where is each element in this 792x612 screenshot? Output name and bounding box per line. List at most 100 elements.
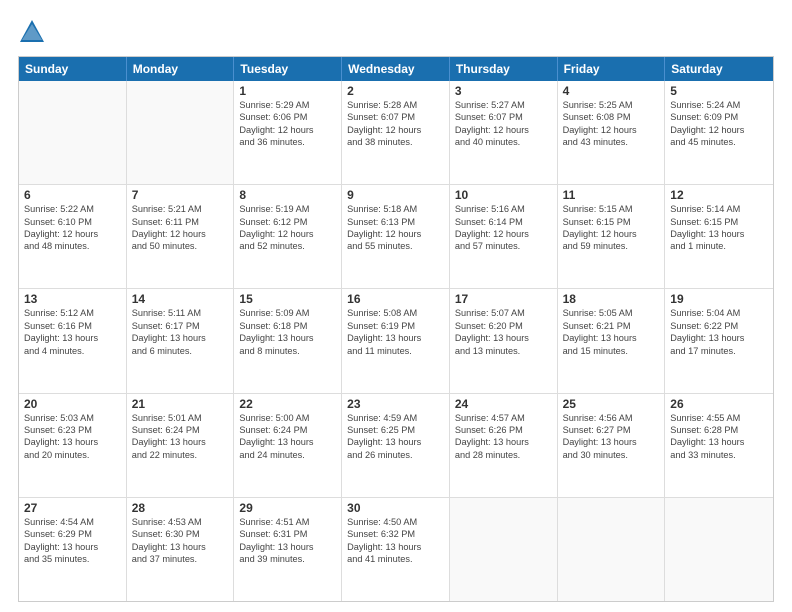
logo-icon [18, 18, 46, 46]
cell-info: Sunrise: 5:29 AMSunset: 6:06 PMDaylight:… [239, 99, 336, 149]
day-number: 11 [563, 188, 660, 202]
cell-info: Sunrise: 5:16 AMSunset: 6:14 PMDaylight:… [455, 203, 552, 253]
calendar-cell: 7Sunrise: 5:21 AMSunset: 6:11 PMDaylight… [127, 185, 235, 288]
day-number: 25 [563, 397, 660, 411]
cell-info: Sunrise: 5:03 AMSunset: 6:23 PMDaylight:… [24, 412, 121, 462]
cell-info: Sunrise: 5:21 AMSunset: 6:11 PMDaylight:… [132, 203, 229, 253]
calendar-cell [127, 81, 235, 184]
day-number: 16 [347, 292, 444, 306]
day-number: 5 [670, 84, 768, 98]
day-number: 14 [132, 292, 229, 306]
calendar-cell: 24Sunrise: 4:57 AMSunset: 6:26 PMDayligh… [450, 394, 558, 497]
calendar-cell [558, 498, 666, 601]
cell-info: Sunrise: 5:15 AMSunset: 6:15 PMDaylight:… [563, 203, 660, 253]
calendar-cell: 21Sunrise: 5:01 AMSunset: 6:24 PMDayligh… [127, 394, 235, 497]
calendar-cell: 12Sunrise: 5:14 AMSunset: 6:15 PMDayligh… [665, 185, 773, 288]
day-number: 8 [239, 188, 336, 202]
calendar-cell: 19Sunrise: 5:04 AMSunset: 6:22 PMDayligh… [665, 289, 773, 392]
calendar-cell: 10Sunrise: 5:16 AMSunset: 6:14 PMDayligh… [450, 185, 558, 288]
cell-info: Sunrise: 5:22 AMSunset: 6:10 PMDaylight:… [24, 203, 121, 253]
calendar-cell: 29Sunrise: 4:51 AMSunset: 6:31 PMDayligh… [234, 498, 342, 601]
calendar-week-1: 1Sunrise: 5:29 AMSunset: 6:06 PMDaylight… [19, 81, 773, 185]
calendar-cell: 26Sunrise: 4:55 AMSunset: 6:28 PMDayligh… [665, 394, 773, 497]
day-number: 9 [347, 188, 444, 202]
day-number: 23 [347, 397, 444, 411]
cell-info: Sunrise: 4:56 AMSunset: 6:27 PMDaylight:… [563, 412, 660, 462]
calendar-cell: 11Sunrise: 5:15 AMSunset: 6:15 PMDayligh… [558, 185, 666, 288]
day-number: 18 [563, 292, 660, 306]
day-number: 15 [239, 292, 336, 306]
cell-info: Sunrise: 5:07 AMSunset: 6:20 PMDaylight:… [455, 307, 552, 357]
calendar-cell: 25Sunrise: 4:56 AMSunset: 6:27 PMDayligh… [558, 394, 666, 497]
header-cell-saturday: Saturday [665, 57, 773, 81]
day-number: 30 [347, 501, 444, 515]
calendar-cell: 3Sunrise: 5:27 AMSunset: 6:07 PMDaylight… [450, 81, 558, 184]
calendar-cell: 23Sunrise: 4:59 AMSunset: 6:25 PMDayligh… [342, 394, 450, 497]
day-number: 19 [670, 292, 768, 306]
header-cell-friday: Friday [558, 57, 666, 81]
day-number: 22 [239, 397, 336, 411]
calendar-cell: 2Sunrise: 5:28 AMSunset: 6:07 PMDaylight… [342, 81, 450, 184]
cell-info: Sunrise: 5:19 AMSunset: 6:12 PMDaylight:… [239, 203, 336, 253]
cell-info: Sunrise: 5:00 AMSunset: 6:24 PMDaylight:… [239, 412, 336, 462]
day-number: 12 [670, 188, 768, 202]
cell-info: Sunrise: 4:54 AMSunset: 6:29 PMDaylight:… [24, 516, 121, 566]
calendar-week-3: 13Sunrise: 5:12 AMSunset: 6:16 PMDayligh… [19, 289, 773, 393]
calendar-cell: 8Sunrise: 5:19 AMSunset: 6:12 PMDaylight… [234, 185, 342, 288]
header-cell-thursday: Thursday [450, 57, 558, 81]
calendar-cell: 13Sunrise: 5:12 AMSunset: 6:16 PMDayligh… [19, 289, 127, 392]
day-number: 2 [347, 84, 444, 98]
calendar-cell [450, 498, 558, 601]
calendar-cell: 1Sunrise: 5:29 AMSunset: 6:06 PMDaylight… [234, 81, 342, 184]
day-number: 3 [455, 84, 552, 98]
day-number: 10 [455, 188, 552, 202]
day-number: 20 [24, 397, 121, 411]
cell-info: Sunrise: 5:12 AMSunset: 6:16 PMDaylight:… [24, 307, 121, 357]
header-cell-wednesday: Wednesday [342, 57, 450, 81]
cell-info: Sunrise: 5:25 AMSunset: 6:08 PMDaylight:… [563, 99, 660, 149]
day-number: 29 [239, 501, 336, 515]
calendar-cell [665, 498, 773, 601]
header [18, 18, 774, 46]
logo [18, 18, 50, 46]
day-number: 28 [132, 501, 229, 515]
header-cell-tuesday: Tuesday [234, 57, 342, 81]
calendar-cell: 30Sunrise: 4:50 AMSunset: 6:32 PMDayligh… [342, 498, 450, 601]
calendar-body: 1Sunrise: 5:29 AMSunset: 6:06 PMDaylight… [19, 81, 773, 601]
calendar-cell: 22Sunrise: 5:00 AMSunset: 6:24 PMDayligh… [234, 394, 342, 497]
cell-info: Sunrise: 5:08 AMSunset: 6:19 PMDaylight:… [347, 307, 444, 357]
day-number: 21 [132, 397, 229, 411]
day-number: 17 [455, 292, 552, 306]
cell-info: Sunrise: 5:11 AMSunset: 6:17 PMDaylight:… [132, 307, 229, 357]
cell-info: Sunrise: 5:28 AMSunset: 6:07 PMDaylight:… [347, 99, 444, 149]
cell-info: Sunrise: 5:05 AMSunset: 6:21 PMDaylight:… [563, 307, 660, 357]
calendar-cell: 28Sunrise: 4:53 AMSunset: 6:30 PMDayligh… [127, 498, 235, 601]
day-number: 26 [670, 397, 768, 411]
calendar-week-4: 20Sunrise: 5:03 AMSunset: 6:23 PMDayligh… [19, 394, 773, 498]
day-number: 6 [24, 188, 121, 202]
calendar-cell: 18Sunrise: 5:05 AMSunset: 6:21 PMDayligh… [558, 289, 666, 392]
cell-info: Sunrise: 4:53 AMSunset: 6:30 PMDaylight:… [132, 516, 229, 566]
cell-info: Sunrise: 4:50 AMSunset: 6:32 PMDaylight:… [347, 516, 444, 566]
cell-info: Sunrise: 5:14 AMSunset: 6:15 PMDaylight:… [670, 203, 768, 253]
calendar-week-2: 6Sunrise: 5:22 AMSunset: 6:10 PMDaylight… [19, 185, 773, 289]
day-number: 27 [24, 501, 121, 515]
calendar-header: SundayMondayTuesdayWednesdayThursdayFrid… [19, 57, 773, 81]
calendar-cell: 6Sunrise: 5:22 AMSunset: 6:10 PMDaylight… [19, 185, 127, 288]
page: SundayMondayTuesdayWednesdayThursdayFrid… [0, 0, 792, 612]
calendar-week-5: 27Sunrise: 4:54 AMSunset: 6:29 PMDayligh… [19, 498, 773, 601]
cell-info: Sunrise: 5:09 AMSunset: 6:18 PMDaylight:… [239, 307, 336, 357]
calendar-cell: 17Sunrise: 5:07 AMSunset: 6:20 PMDayligh… [450, 289, 558, 392]
cell-info: Sunrise: 4:57 AMSunset: 6:26 PMDaylight:… [455, 412, 552, 462]
calendar-cell [19, 81, 127, 184]
cell-info: Sunrise: 4:55 AMSunset: 6:28 PMDaylight:… [670, 412, 768, 462]
cell-info: Sunrise: 5:18 AMSunset: 6:13 PMDaylight:… [347, 203, 444, 253]
cell-info: Sunrise: 5:04 AMSunset: 6:22 PMDaylight:… [670, 307, 768, 357]
calendar-cell: 27Sunrise: 4:54 AMSunset: 6:29 PMDayligh… [19, 498, 127, 601]
calendar-cell: 9Sunrise: 5:18 AMSunset: 6:13 PMDaylight… [342, 185, 450, 288]
day-number: 7 [132, 188, 229, 202]
calendar-cell: 15Sunrise: 5:09 AMSunset: 6:18 PMDayligh… [234, 289, 342, 392]
calendar-cell: 4Sunrise: 5:25 AMSunset: 6:08 PMDaylight… [558, 81, 666, 184]
calendar-cell: 16Sunrise: 5:08 AMSunset: 6:19 PMDayligh… [342, 289, 450, 392]
header-cell-monday: Monday [127, 57, 235, 81]
